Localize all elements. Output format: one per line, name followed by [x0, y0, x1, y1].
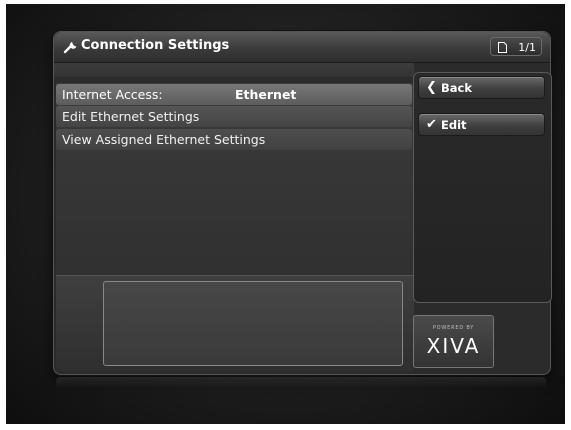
logo-name: XIVA [426, 334, 481, 358]
list-item-view-ethernet[interactable]: View Assigned Ethernet Settings [56, 129, 412, 150]
edit-button-label: Edit [441, 118, 467, 132]
wrench-icon [63, 42, 77, 54]
checkmark-icon: ✔ [426, 117, 437, 132]
edit-button[interactable]: ✔ Edit [418, 113, 545, 136]
header-strip [54, 63, 414, 77]
list-item-value: Ethernet [235, 87, 297, 102]
settings-list: Internet Access: Ethernet Edit Ethernet … [56, 83, 414, 299]
back-button[interactable]: ❮ Back [418, 76, 545, 99]
document-icon [498, 42, 507, 53]
window-title: Connection Settings [81, 38, 230, 53]
list-item-internet-access[interactable]: Internet Access: Ethernet [56, 84, 412, 105]
description-area [56, 275, 414, 371]
list-item-label: Internet Access: [62, 87, 163, 102]
action-panel: ❮ Back ✔ Edit [413, 72, 552, 303]
list-item-label: View Assigned Ethernet Settings [62, 132, 266, 147]
back-button-label: Back [441, 81, 472, 95]
list-item-edit-ethernet[interactable]: Edit Ethernet Settings [56, 106, 412, 127]
description-box [103, 281, 403, 366]
page-indicator-text: 1/1 [518, 41, 536, 54]
list-item-label: Edit Ethernet Settings [62, 109, 200, 124]
window-reflection [56, 377, 546, 389]
page-indicator: 1/1 [490, 37, 542, 56]
title-bar: Connection Settings 1/1 [54, 32, 550, 63]
connection-settings-window: Connection Settings 1/1 Internet Access:… [53, 31, 552, 375]
logo-tagline: POWERED BY [432, 325, 475, 331]
tv-screen: Connection Settings 1/1 Internet Access:… [6, 4, 565, 424]
xiva-logo: POWERED BY XIVA [413, 315, 494, 368]
chevron-left-icon: ❮ [426, 80, 437, 95]
